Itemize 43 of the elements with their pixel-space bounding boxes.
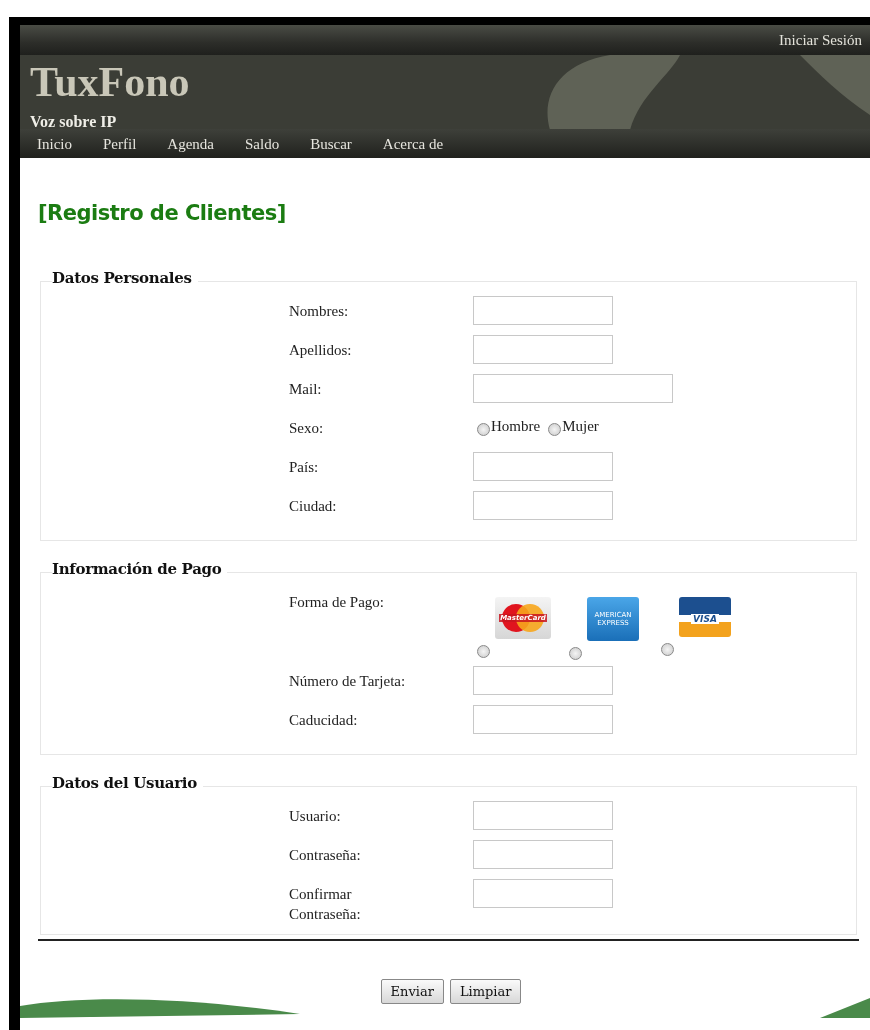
nav-link[interactable]: Agenda (158, 135, 223, 153)
nav-link[interactable]: Inicio (28, 135, 81, 153)
field-label: Usuario: (289, 807, 342, 826)
field-label: Ciudad: (289, 497, 338, 516)
nav-link[interactable]: Buscar (301, 135, 361, 153)
nav-link[interactable]: Acerca de (373, 135, 453, 153)
radio-label: Mujer (562, 418, 599, 435)
radio-button[interactable] (477, 645, 490, 658)
input-field[interactable] (473, 374, 673, 403)
radio-button[interactable] (569, 647, 582, 660)
input-field[interactable] (473, 491, 613, 520)
field-label: Forma de Pago: (289, 593, 385, 612)
field-label: Confirmar Contraseña: (289, 885, 362, 924)
input-field[interactable] (473, 801, 613, 830)
site-title: TuxFono (30, 59, 190, 105)
input-field[interactable] (473, 879, 613, 908)
input-field[interactable] (473, 840, 613, 869)
input-field[interactable] (473, 705, 613, 734)
field-label: Nombres: (289, 302, 350, 321)
field-label: Contraseña: (289, 846, 362, 865)
site-tagline: Voz sobre IP (30, 113, 117, 131)
nav-link[interactable]: Saldo (236, 135, 289, 153)
input-field[interactable] (473, 335, 613, 364)
input-field[interactable] (473, 452, 613, 481)
radio-label: Hombre (491, 418, 541, 435)
input-field[interactable] (473, 296, 613, 325)
section-legend: Información de Pago (52, 560, 228, 578)
field-label: Apellidos: (289, 341, 353, 360)
radio-button[interactable] (548, 423, 562, 436)
field-label: Mail: (289, 380, 323, 399)
nav-link[interactable]: Perfil (94, 135, 146, 153)
field-label: Sexo: (289, 419, 325, 438)
login-link[interactable]: Iniciar Sesión (779, 31, 862, 49)
radio-button[interactable] (661, 643, 674, 656)
field-label: País: (289, 458, 320, 477)
page-title: [Registro de Clientes] (38, 201, 286, 225)
card-brand-text: VISA (691, 613, 719, 624)
form-button[interactable]: Enviar (380, 979, 444, 1004)
input-field[interactable] (473, 666, 613, 695)
field-label: Caducidad: (289, 711, 359, 730)
radio-button[interactable] (477, 423, 490, 436)
field-label: Número de Tarjeta: (289, 672, 407, 691)
form-button[interactable]: Limpiar (449, 979, 522, 1004)
